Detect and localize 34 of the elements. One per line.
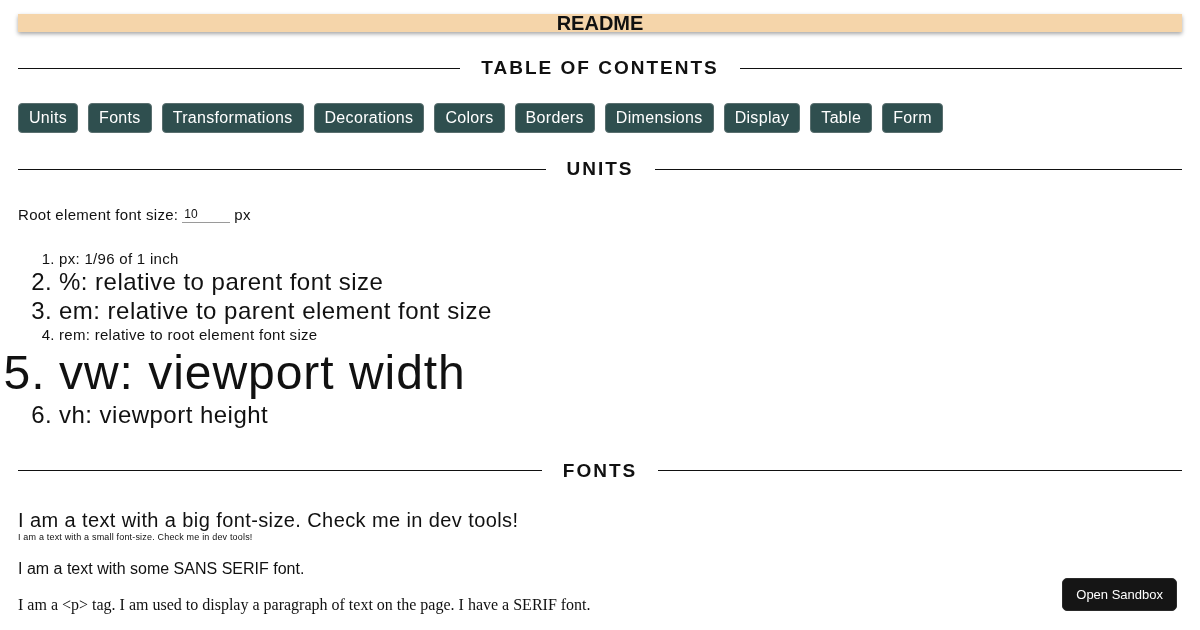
toc-link-button[interactable]: Display	[723, 103, 801, 133]
toc-link-button[interactable]: Colors	[434, 103, 505, 133]
font-sample-text: I am a <p> tag. I am used to display a paragraph of text on the page. I have a SERIF font.	[18, 595, 591, 615]
section-heading: FONTS	[562, 459, 638, 483]
unit-suffix: px	[234, 205, 251, 223]
list-number: 1.	[41, 250, 55, 267]
list-number: 5.	[3, 345, 46, 399]
list-number: 3.	[31, 296, 53, 324]
toc-link-button[interactable]: Table	[810, 103, 873, 133]
list-number: 4.	[41, 325, 55, 343]
toc-link-button[interactable]: Borders	[514, 103, 595, 133]
unit-description: vw: viewport width	[59, 344, 466, 401]
unit-description: rem: relative to root element font size	[59, 325, 318, 344]
toc-link-button[interactable]: Form	[882, 103, 943, 133]
readme-title-bar: README	[18, 14, 1182, 32]
section-heading: TABLE OF CONTENTS	[481, 56, 719, 80]
list-number: 2.	[31, 268, 53, 295]
toc-link-button[interactable]: Transformations	[161, 103, 304, 133]
section-heading: UNITS	[566, 157, 634, 181]
font-sample-text: I am a text with some SANS SERIF font.	[18, 559, 305, 579]
font-sample-text: I am a text with a big font-size. Check me in dev tools!	[18, 508, 519, 532]
open-sandbox-button[interactable]: Open Sandbox	[1062, 578, 1177, 611]
toc-link-button[interactable]: Dimensions	[604, 103, 714, 133]
root-font-size-label: Root element font size:	[18, 205, 179, 223]
font-sample-text: I am a text with a small font-size. Check me in dev tools!	[18, 532, 253, 543]
toc-link-button[interactable]: Fonts	[88, 103, 152, 133]
unit-description: em: relative to parent element font size	[59, 296, 492, 326]
toc-link-button[interactable]: Decorations	[313, 103, 425, 133]
unit-description: %: relative to parent font size	[59, 268, 384, 297]
list-number: 6.	[31, 401, 53, 429]
unit-description: px: 1/96 of 1 inch	[59, 250, 179, 268]
toc-link-button[interactable]: Units	[18, 103, 79, 133]
root-font-size-input[interactable]: 10	[182, 205, 231, 223]
unit-description: vh: viewport height	[59, 401, 269, 430]
